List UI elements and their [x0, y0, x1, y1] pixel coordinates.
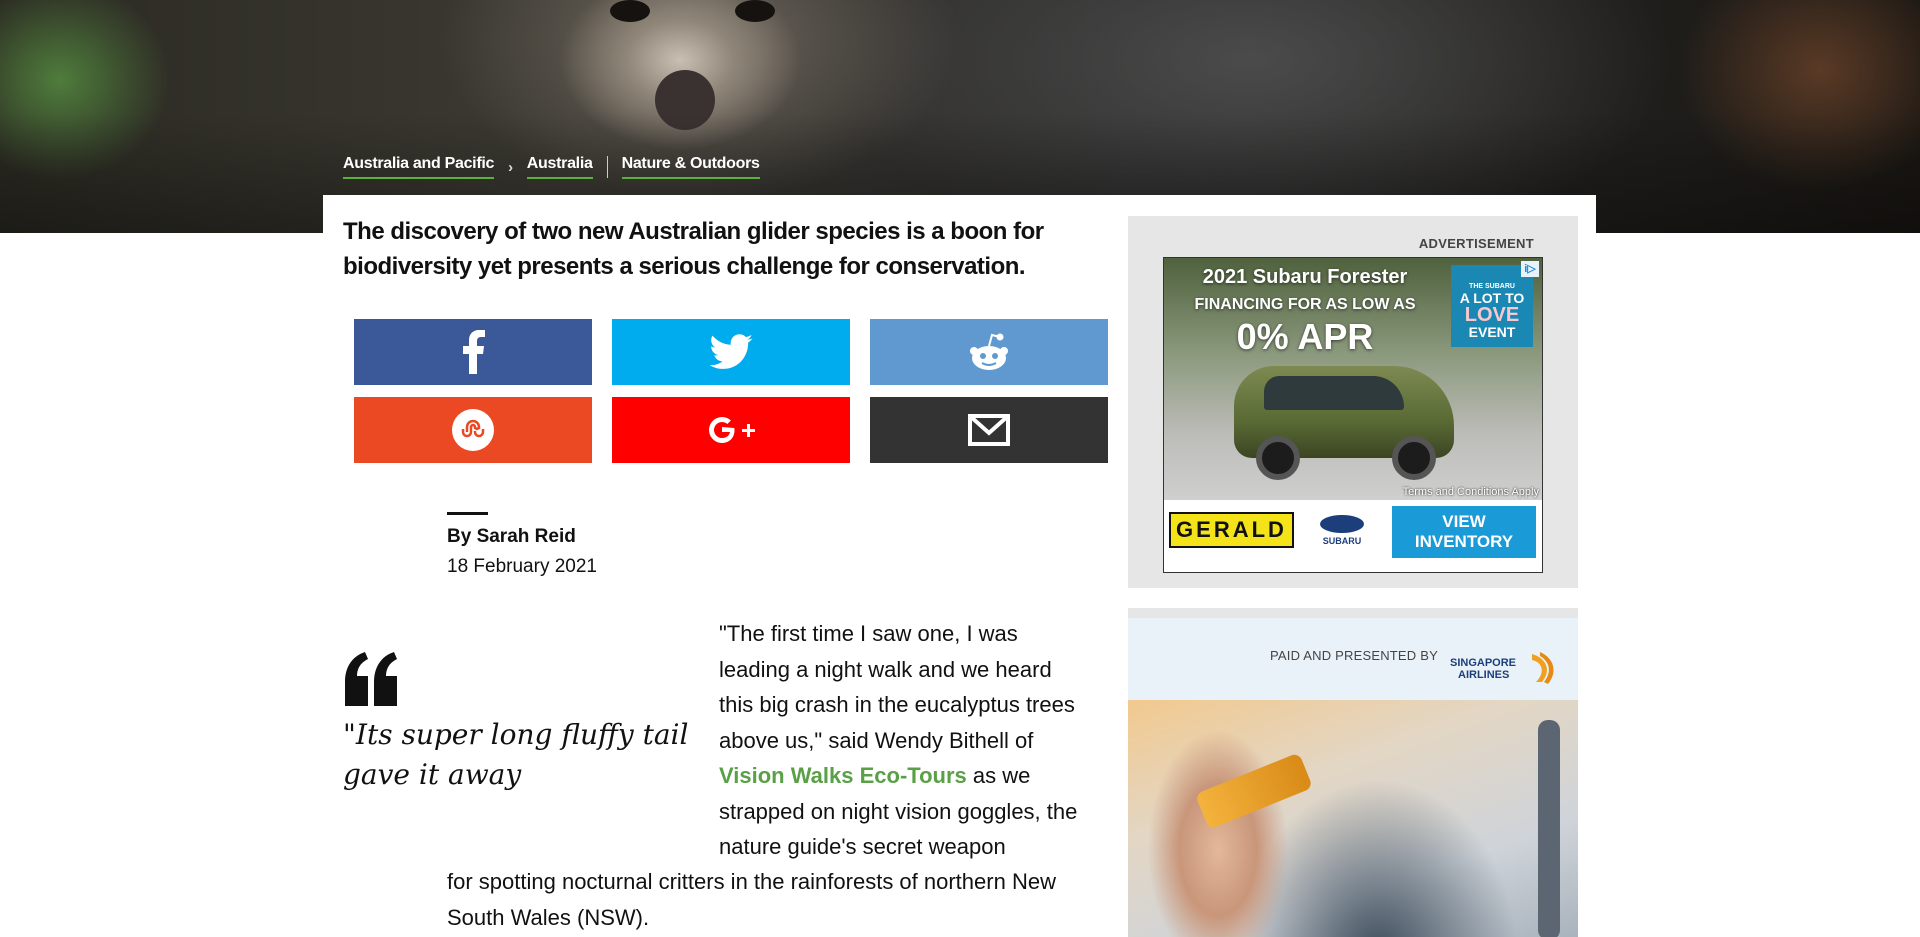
- ad-creative[interactable]: 2021 Subaru Forester FINANCING FOR AS LO…: [1163, 257, 1543, 573]
- breadcrumb-divider: [606, 156, 608, 178]
- paragraph-text-start: "The first time I saw one, I was leading…: [719, 621, 1075, 753]
- ad-dealer-logo: GERALD: [1169, 512, 1294, 548]
- ad-photo: 2021 Subaru Forester FINANCING FOR AS LO…: [1164, 258, 1542, 500]
- stumbleupon-share-button[interactable]: [354, 397, 592, 463]
- hero-eye-left: [610, 0, 650, 22]
- sponsor-image: [1128, 700, 1578, 937]
- pull-quote: "Its super long fluffy tail gave it away: [343, 718, 689, 791]
- byline-rule: [447, 512, 488, 515]
- ad-car-wheel: [1256, 436, 1300, 480]
- reddit-icon: [970, 333, 1008, 370]
- vision-walks-link[interactable]: Vision Walks Eco-Tours: [719, 763, 967, 788]
- ad-car-wheel: [1392, 436, 1436, 480]
- breadcrumb-australia[interactable]: Australia: [526, 155, 593, 179]
- ad-badge-line1: A LOT TO: [1459, 290, 1525, 306]
- sponsored-content[interactable]: PAID AND PRESENTED BY SINGAPORE AIRLINES: [1128, 608, 1578, 937]
- breadcrumb-australia-and-pacific[interactable]: Australia and Pacific: [343, 155, 494, 179]
- view-inventory-button[interactable]: VIEW INVENTORY: [1392, 506, 1536, 558]
- subaru-oval-icon: [1320, 515, 1364, 533]
- ad-badge-line2: LOVE: [1464, 304, 1520, 326]
- facebook-share-button[interactable]: [354, 319, 592, 385]
- sponsor-label: PAID AND PRESENTED BY: [1270, 648, 1438, 663]
- chevron-right-icon: ›: [508, 158, 513, 176]
- singapore-airlines-logo: SINGAPORE AIRLINES: [1450, 652, 1554, 684]
- breadcrumb-nature-outdoors[interactable]: Nature & Outdoors: [621, 155, 760, 179]
- twitter-icon: [709, 334, 753, 369]
- article-paragraph-continued: for spotting nocturnal critters in the r…: [447, 869, 1056, 930]
- publish-date: 18 February 2021: [447, 556, 597, 577]
- advertisement-box: ADVERTISEMENT 2021 Subaru Forester FINAN…: [1128, 216, 1578, 588]
- email-icon: [968, 414, 1010, 446]
- ad-financing: FINANCING FOR AS LOW AS: [1194, 296, 1416, 313]
- facebook-icon: [463, 330, 485, 374]
- adchoices-icon[interactable]: i▷: [1521, 261, 1539, 277]
- share-buttons: [354, 319, 1108, 463]
- twitter-share-button[interactable]: [612, 319, 850, 385]
- subaru-logo: SUBARU: [1314, 515, 1370, 546]
- ad-title: 2021 Subaru Forester: [1202, 266, 1408, 288]
- google-plus-icon: [709, 417, 755, 443]
- email-share-button[interactable]: [870, 397, 1108, 463]
- sponsor-header: PAID AND PRESENTED BY SINGAPORE AIRLINES: [1128, 618, 1578, 700]
- phone-image: [1194, 752, 1314, 830]
- stumbleupon-icon: [452, 409, 494, 451]
- google-plus-share-button[interactable]: [612, 397, 850, 463]
- ad-apr: 0% APR: [1236, 316, 1374, 357]
- sia-logo-line1: SINGAPORE: [1450, 657, 1516, 669]
- article-paragraph: "The first time I saw one, I was leading…: [719, 616, 1089, 865]
- ad-badge-line3: EVENT: [1468, 324, 1516, 340]
- quote-mark-icon: [345, 652, 397, 706]
- ad-event-badge: THE SUBARU A LOT TO LOVE EVENT: [1451, 265, 1533, 347]
- author-byline: By Sarah Reid: [447, 526, 576, 547]
- hero-eye-right: [735, 0, 775, 22]
- ad-footer: GERALD SUBARU VIEW INVENTORY: [1164, 500, 1542, 572]
- ad-terms: Terms and Conditions Apply: [1402, 486, 1539, 498]
- sia-logo-line2: AIRLINES: [1458, 669, 1509, 681]
- luggage-handle-image: [1538, 720, 1560, 937]
- reddit-share-button[interactable]: [870, 319, 1108, 385]
- sponsor-divider: [1128, 608, 1578, 618]
- breadcrumb: Australia and Pacific › Australia Nature…: [343, 155, 760, 179]
- subaru-wordmark: SUBARU: [1322, 536, 1362, 546]
- advertisement-label: ADVERTISEMENT: [1418, 236, 1534, 251]
- article-headline: The discovery of two new Australian glid…: [343, 218, 1044, 280]
